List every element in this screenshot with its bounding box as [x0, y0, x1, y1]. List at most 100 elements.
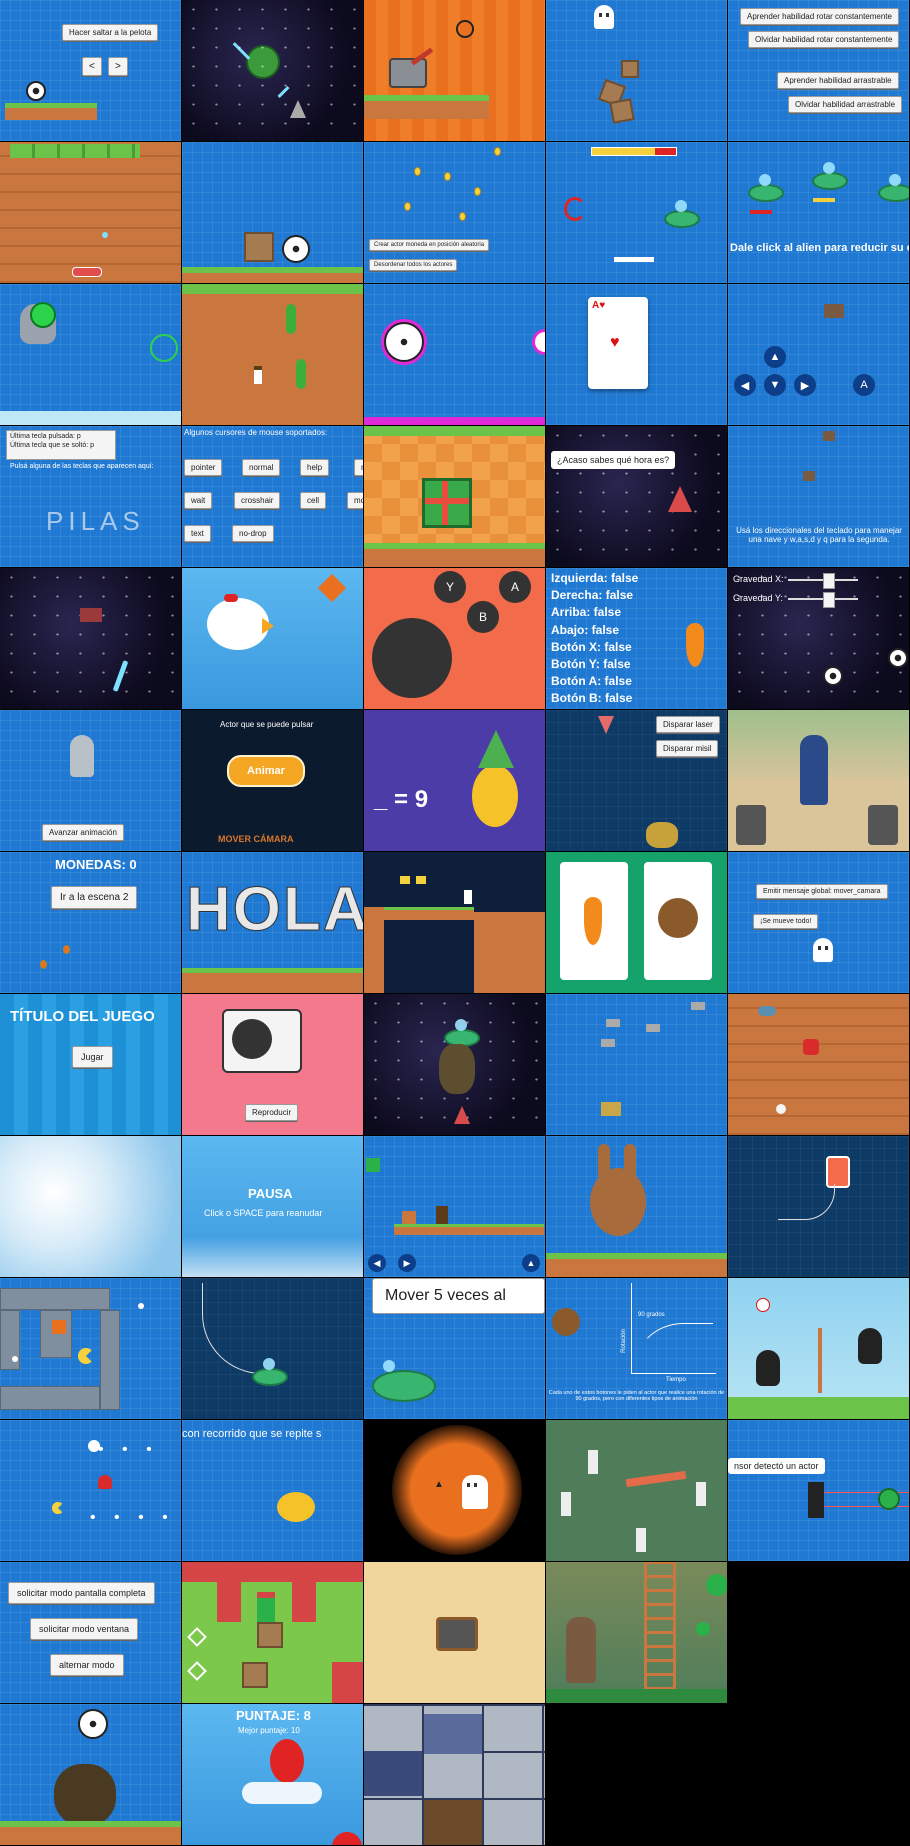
cursor-normal-button[interactable]: normal [242, 459, 281, 476]
cursor-wait-button[interactable]: wait [184, 492, 213, 509]
example-fullscreen[interactable]: solicitar modo pantalla completa solicit… [0, 1562, 182, 1704]
example-animation[interactable]: Avanzar animación [0, 710, 182, 852]
cursor-move-button[interactable]: mov [347, 492, 363, 509]
example-gravity[interactable]: Gravedad X: Gravedad Y: [728, 568, 910, 710]
puzzle-piece[interactable] [424, 1714, 482, 1754]
example-card[interactable]: A♥ ♥ [546, 284, 728, 426]
pad-right-button[interactable]: ▶ [794, 374, 816, 396]
example-record-player[interactable]: Reproducir [182, 994, 364, 1136]
forget-rotate-button[interactable]: Olvidar habilidad rotar constantemente [748, 31, 900, 48]
example-skeletons[interactable] [546, 1420, 728, 1562]
pad-left-button[interactable]: ◀ [368, 1254, 386, 1272]
pad-right-button[interactable]: ▶ [398, 1254, 416, 1272]
crate-icon[interactable] [257, 1622, 283, 1648]
pad-a-button[interactable]: A [853, 374, 875, 396]
example-gamepad[interactable]: Y A B [364, 568, 546, 710]
gift-box-icon[interactable] [422, 478, 472, 528]
example-memory-cards[interactable] [546, 852, 728, 994]
example-click-alien[interactable]: Dale click al alien para reducir su e [728, 142, 910, 284]
example-flappy-chicken[interactable] [182, 568, 364, 710]
crate-icon[interactable] [242, 1662, 268, 1688]
card-monkey[interactable] [644, 862, 712, 980]
pad-left-button[interactable]: ◀ [734, 374, 756, 396]
example-pacman-maze[interactable] [0, 1278, 182, 1420]
example-title-screen[interactable]: TÍTULO DEL JUEGO Jugar [0, 994, 182, 1136]
pad-up-button[interactable]: ▲ [764, 346, 786, 368]
ace-of-hearts-card[interactable]: A♥ ♥ [588, 297, 648, 389]
example-pause[interactable]: PAUSA Click o SPACE para reanudar [182, 1136, 364, 1278]
example-sliding-puzzle[interactable] [364, 1704, 546, 1846]
example-duck-path[interactable]: con recorrido que se repite s [182, 1420, 364, 1562]
example-bunny[interactable] [546, 1136, 728, 1278]
example-keyboard[interactable]: Última tecla pulsada: p Última tecla que… [0, 426, 182, 568]
cursor-text-button[interactable]: text [184, 525, 211, 542]
toggle-mode-button[interactable]: alternar modo [50, 1654, 124, 1676]
button-b[interactable]: B [467, 601, 499, 633]
example-energy-bars[interactable] [546, 142, 728, 284]
gravity-x-slider[interactable] [788, 573, 858, 589]
example-pressable-actor[interactable]: Actor que se puede pulsar Animar MOVER C… [182, 710, 364, 852]
balloon-icon[interactable] [332, 1832, 362, 1845]
alien-ufo-icon[interactable] [748, 174, 784, 202]
example-skills[interactable]: Aprender habilidad rotar constantemente … [728, 0, 910, 142]
button-y[interactable]: Y [434, 571, 466, 603]
card-carrot[interactable] [560, 862, 628, 980]
treasure-chest-icon[interactable] [436, 1617, 478, 1651]
example-ball-rocks[interactable] [0, 1704, 182, 1846]
example-planet-laser[interactable] [182, 0, 364, 142]
cursor-pointer-button[interactable]: pointer [184, 459, 223, 476]
example-sensor[interactable]: nsor detectó un actor [728, 1420, 910, 1562]
example-ufo-rope[interactable] [182, 1278, 364, 1420]
example-cursors[interactable]: Algunos cursores de mouse soportados: po… [182, 426, 364, 568]
example-balloon[interactable]: PUNTAJE: 8 Mejor puntaje: 10 [182, 1704, 364, 1846]
alien-ufo-icon[interactable] [812, 162, 848, 190]
fire-missile-button[interactable]: Disparar misil [656, 740, 719, 757]
move-right-button[interactable]: > [108, 57, 128, 76]
balloon-icon[interactable] [270, 1739, 304, 1783]
button-a[interactable]: A [499, 571, 531, 603]
learn-drag-button[interactable]: Aprender habilidad arrastrable [777, 72, 899, 89]
example-move-steps[interactable]: Mover 5 veces al [364, 1278, 546, 1420]
move-left-button[interactable]: < [82, 57, 102, 76]
example-virtual-pad[interactable]: ▲ ◀ ▼ ▶ A [728, 284, 910, 426]
example-hola-blocks[interactable]: HOLA [182, 852, 364, 994]
example-ship-laser[interactable] [0, 568, 182, 710]
example-top-down[interactable] [728, 994, 910, 1136]
animate-button[interactable]: Animar [227, 755, 305, 787]
example-rotation-graph[interactable]: 90 grados Rotación Tiempo Cada uno de es… [546, 1278, 728, 1420]
example-platformer[interactable] [364, 852, 546, 994]
example-ghost-boxes[interactable] [546, 0, 728, 142]
example-breakout[interactable] [0, 142, 182, 284]
forget-drag-button[interactable]: Olvidar habilidad arrastrable [788, 96, 903, 113]
example-crate-ball[interactable] [182, 142, 364, 284]
cursor-no-drop-button[interactable]: no-drop [232, 525, 274, 542]
jump-ball-button[interactable]: Hacer saltar a la pelota [62, 24, 159, 41]
example-sokoban[interactable] [182, 1562, 364, 1704]
shuffle-actors-button[interactable]: Desordenar todos los actores [369, 259, 458, 271]
cursor-crosshair-button[interactable]: crosshair [234, 492, 281, 509]
example-gift[interactable] [364, 426, 546, 568]
paddle[interactable] [72, 267, 102, 277]
example-rope[interactable] [728, 1136, 910, 1278]
joystick-icon[interactable] [372, 618, 452, 698]
alien-ufo-icon[interactable] [252, 1358, 288, 1386]
example-pineapple[interactable]: _ = 9 [364, 710, 546, 852]
example-treasure-chest[interactable] [364, 1562, 546, 1704]
example-cactus-desert[interactable] [182, 284, 364, 426]
example-side-scroller[interactable]: ◀ ▶ ▲ [364, 1136, 546, 1278]
pad-up-button[interactable]: ▲ [522, 1254, 540, 1272]
example-pacman-dots[interactable]: • • • • • • • [0, 1420, 182, 1562]
cursor-help-button[interactable]: help [300, 459, 330, 476]
ladder-icon[interactable] [644, 1562, 676, 1690]
gravity-y-slider[interactable] [788, 592, 858, 608]
example-robot-shooter[interactable] [0, 284, 182, 426]
fullscreen-button[interactable]: solicitar modo pantalla completa [8, 1582, 155, 1604]
alien-ufo-icon[interactable] [878, 174, 909, 202]
example-penguins[interactable] [728, 1278, 910, 1420]
example-fighter-scene[interactable] [728, 710, 910, 852]
go-scene-2-button[interactable]: Ir a la escena 2 [51, 886, 138, 909]
puzzle-piece[interactable] [364, 1751, 422, 1796]
example-ladder[interactable] [546, 1562, 728, 1704]
example-tank-aim[interactable] [364, 0, 546, 142]
play-button[interactable]: Jugar [72, 1046, 113, 1068]
